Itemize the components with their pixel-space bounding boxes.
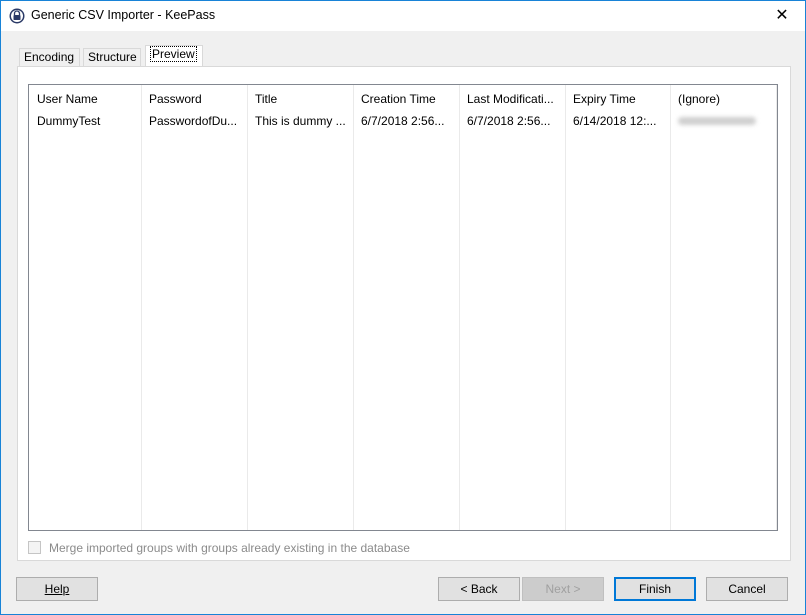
column-divider (776, 85, 777, 530)
back-button-label: < Back (460, 582, 498, 596)
cell-user-name: DummyTest (37, 114, 101, 128)
column-divider (353, 85, 354, 530)
cell-password: PasswordofDu... (149, 114, 238, 128)
merge-groups-label: Merge imported groups with groups alread… (49, 541, 410, 555)
cell-expiry-time: 6/14/2018 12:... (573, 114, 657, 128)
column-divider (565, 85, 566, 530)
tab-encoding[interactable]: Encoding (19, 48, 80, 67)
next-button[interactable]: Next > (522, 577, 604, 601)
table-row[interactable]: DummyTest PasswordofDu... This is dummy … (29, 112, 777, 130)
tab-encoding-label: Encoding (24, 50, 75, 64)
column-divider (670, 85, 671, 530)
cell-title: This is dummy ... (255, 114, 346, 128)
close-icon[interactable]: ✕ (759, 1, 805, 31)
keepass-lock-icon (9, 8, 25, 24)
tab-structure[interactable]: Structure (83, 48, 141, 67)
cancel-button-label: Cancel (728, 582, 766, 596)
column-divider (247, 85, 248, 530)
column-header-expiry-time[interactable]: Expiry Time (565, 85, 670, 111)
finish-button[interactable]: Finish (614, 577, 696, 601)
title-bar[interactable]: Generic CSV Importer - KeePass ✕ (1, 1, 805, 31)
tab-preview-label: Preview (150, 46, 197, 62)
help-button-label: Help (44, 582, 70, 596)
tab-preview[interactable]: Preview (145, 45, 203, 67)
column-header-creation-time[interactable]: Creation Time (353, 85, 459, 111)
tab-structure-label: Structure (88, 50, 137, 64)
column-header-ignore[interactable]: (Ignore) (670, 85, 776, 111)
cell-ignore-redacted (670, 112, 776, 130)
help-button[interactable]: Help (16, 577, 98, 601)
next-button-label: Next > (545, 582, 581, 596)
cancel-button[interactable]: Cancel (706, 577, 788, 601)
window-title: Generic CSV Importer - KeePass (31, 8, 216, 22)
column-header-user-name[interactable]: User Name (29, 85, 141, 111)
column-divider (459, 85, 460, 530)
column-header-password[interactable]: Password (141, 85, 247, 111)
merge-groups-checkbox[interactable] (28, 541, 41, 554)
column-header-last-modification[interactable]: Last Modificati... (459, 85, 565, 111)
redacted-value (678, 117, 756, 125)
column-divider (141, 85, 142, 530)
finish-button-label: Finish (638, 582, 671, 596)
cell-last-modification: 6/7/2018 2:56... (467, 114, 551, 128)
column-header-title[interactable]: Title (247, 85, 353, 111)
back-button[interactable]: < Back (438, 577, 520, 601)
cell-creation-time: 6/7/2018 2:56... (361, 114, 445, 128)
preview-listview[interactable]: User Name Password Title Creation Time L… (28, 84, 778, 531)
importer-window: Generic CSV Importer - KeePass ✕ Encodin… (0, 0, 806, 615)
